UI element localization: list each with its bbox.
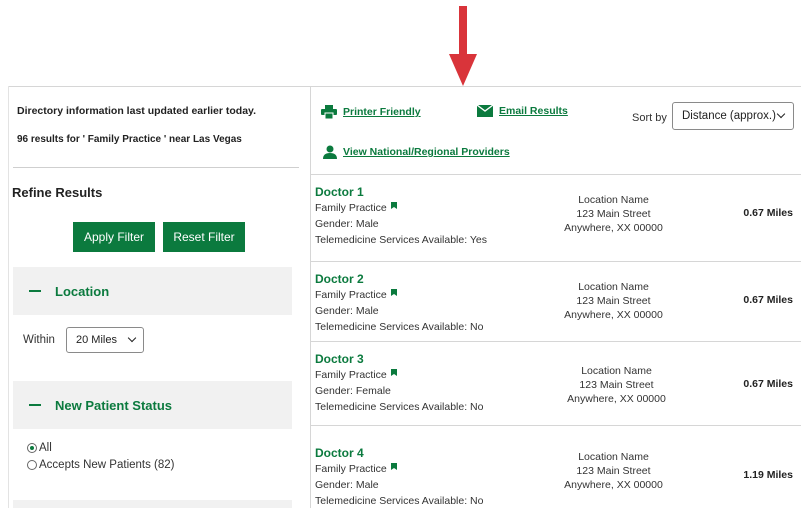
specialty-text: Family Practice — [315, 369, 387, 381]
collapse-minus-icon — [29, 404, 41, 406]
directory-info-text: Directory information last updated earli… — [17, 105, 257, 117]
doctor-specialty: Family Practice — [315, 368, 397, 381]
down-arrow-icon — [449, 6, 477, 86]
sort-by-select[interactable]: Distance (approx.) — [672, 102, 794, 130]
next-section-header[interactable] — [13, 500, 292, 508]
telemedicine-status: Telemedicine Services Available: No — [315, 495, 484, 507]
distance: 0.67 Miles — [743, 294, 793, 306]
results-count-text: 96 results for ' Family Practice ' near … — [17, 134, 242, 145]
flag-icon — [390, 288, 397, 296]
specialty-text: Family Practice — [315, 202, 387, 214]
view-national-providers-link[interactable]: View National/Regional Providers — [323, 145, 510, 159]
person-icon — [323, 145, 337, 159]
telemedicine-status: Telemedicine Services Available: No — [315, 321, 484, 333]
radio-label-all: All — [39, 442, 52, 454]
collapse-minus-icon — [29, 290, 41, 292]
location-section-header[interactable]: Location — [13, 267, 292, 315]
printer-friendly-label: Printer Friendly — [343, 106, 421, 118]
result-row: Doctor 4 Family Practice Gender: Male Te… — [311, 425, 801, 508]
radio-button-checked[interactable] — [27, 443, 37, 453]
location-street: 123 Main Street — [576, 295, 651, 307]
location-address: Location Name 123 Main Street Anywhere, … — [531, 280, 696, 322]
location-street: 123 Main Street — [576, 465, 651, 477]
results-panel: Printer Friendly Email Results Sort by D… — [311, 87, 801, 508]
location-city: Anywhere, XX 00000 — [564, 309, 663, 321]
view-national-providers-label: View National/Regional Providers — [343, 146, 510, 158]
new-patient-status-title: New Patient Status — [55, 397, 173, 413]
result-row: Doctor 3 Family Practice Gender: Female … — [311, 341, 801, 425]
distance: 0.67 Miles — [743, 378, 793, 390]
doctor-name-link[interactable]: Doctor 4 — [315, 446, 364, 460]
location-address: Location Name 123 Main Street Anywhere, … — [531, 450, 696, 492]
location-address: Location Name 123 Main Street Anywhere, … — [534, 364, 699, 406]
result-row: Doctor 1 Family Practice Gender: Male Te… — [311, 174, 801, 258]
refine-results-heading: Refine Results — [12, 185, 103, 200]
doctor-specialty: Family Practice — [315, 201, 397, 214]
within-selected-value: 20 Miles — [76, 334, 117, 346]
flag-icon — [390, 368, 397, 376]
location-city: Anywhere, XX 00000 — [564, 479, 663, 491]
doctor-gender: Gender: Male — [315, 218, 379, 230]
left-separator — [13, 167, 299, 168]
location-street: 123 Main Street — [576, 208, 651, 220]
telemedicine-status: Telemedicine Services Available: Yes — [315, 234, 487, 246]
sort-selected-value: Distance (approx.) — [682, 110, 776, 122]
doctor-name-link[interactable]: Doctor 1 — [315, 185, 364, 199]
refine-panel: Directory information last updated earli… — [9, 87, 310, 508]
location-name: Location Name — [581, 365, 652, 377]
reset-filter-button[interactable]: Reset Filter — [163, 222, 245, 252]
distance: 0.67 Miles — [743, 207, 793, 219]
doctor-specialty: Family Practice — [315, 288, 397, 301]
within-distance-select[interactable]: 20 Miles — [66, 327, 144, 353]
sort-by-label: Sort by — [632, 112, 667, 124]
location-address: Location Name 123 Main Street Anywhere, … — [531, 193, 696, 235]
telemedicine-status: Telemedicine Services Available: No — [315, 401, 484, 413]
radio-option-accepts-new-patients[interactable]: Accepts New Patients (82) — [27, 459, 175, 471]
doctor-gender: Gender: Male — [315, 305, 379, 317]
doctor-name-link[interactable]: Doctor 3 — [315, 352, 364, 366]
doctor-gender: Gender: Female — [315, 385, 391, 397]
radio-label-accepts: Accepts New Patients (82) — [39, 459, 175, 471]
chevron-down-icon — [127, 333, 137, 343]
email-results-label: Email Results — [499, 105, 568, 117]
doctor-gender: Gender: Male — [315, 479, 379, 491]
doctor-name-link[interactable]: Doctor 2 — [315, 272, 364, 286]
location-section-title: Location — [55, 283, 110, 299]
location-city: Anywhere, XX 00000 — [567, 393, 666, 405]
new-patient-status-section-header[interactable]: New Patient Status — [13, 381, 292, 429]
chevron-down-icon — [776, 109, 786, 119]
distance: 1.19 Miles — [743, 469, 793, 481]
location-name: Location Name — [578, 281, 649, 293]
flag-icon — [390, 201, 397, 209]
radio-button[interactable] — [27, 460, 37, 470]
location-street: 123 Main Street — [579, 379, 654, 391]
result-row: Doctor 2 Family Practice Gender: Male Te… — [311, 261, 801, 345]
flag-icon — [390, 462, 397, 470]
specialty-text: Family Practice — [315, 289, 387, 301]
printer-icon — [321, 105, 337, 119]
email-results-link[interactable]: Email Results — [477, 105, 568, 117]
specialty-text: Family Practice — [315, 463, 387, 475]
within-label: Within — [23, 334, 55, 346]
apply-filter-button[interactable]: Apply Filter — [73, 222, 155, 252]
radio-option-all[interactable]: All — [27, 442, 52, 454]
doctor-specialty: Family Practice — [315, 462, 397, 475]
envelope-icon — [477, 105, 493, 117]
location-name: Location Name — [578, 194, 649, 206]
printer-friendly-link[interactable]: Printer Friendly — [321, 105, 421, 119]
location-city: Anywhere, XX 00000 — [564, 222, 663, 234]
location-name: Location Name — [578, 451, 649, 463]
